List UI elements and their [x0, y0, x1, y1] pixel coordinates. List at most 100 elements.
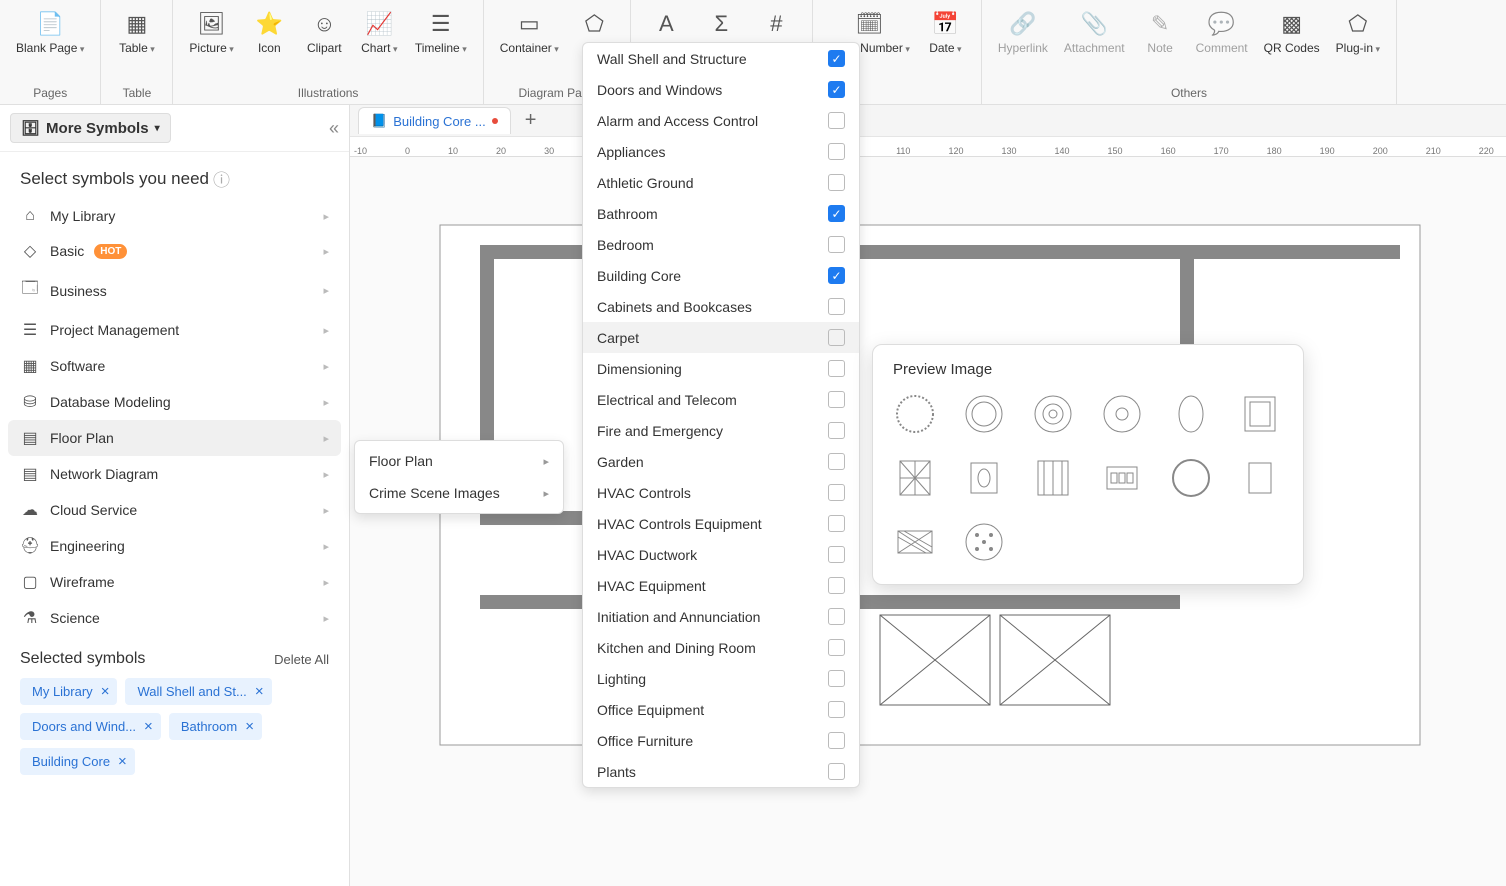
preview-shape-8[interactable]	[1031, 456, 1075, 500]
checkbox[interactable]	[828, 360, 845, 377]
symbol-option-garden[interactable]: Garden	[583, 446, 859, 477]
preview-shape-2[interactable]	[1031, 392, 1075, 436]
ribbon-hyperlink-button[interactable]: 🔗Hyperlink	[990, 3, 1056, 84]
preview-shape-6[interactable]	[893, 456, 937, 500]
preview-shape-3[interactable]	[1100, 392, 1144, 436]
symbol-option-hvac-equipment[interactable]: HVAC Equipment	[583, 570, 859, 601]
remove-tag-icon[interactable]: ×	[255, 683, 264, 700]
checkbox[interactable]	[828, 236, 845, 253]
ribbon-table-button[interactable]: ▦Table	[109, 3, 164, 84]
symbol-option-cabinets-and-bookcases[interactable]: Cabinets and Bookcases	[583, 291, 859, 322]
category-cloud-service[interactable]: ☁ Cloud Service ▸	[8, 492, 341, 528]
preview-shape-12[interactable]	[893, 520, 937, 564]
symbol-option-athletic-ground[interactable]: Athletic Ground	[583, 167, 859, 198]
checkbox[interactable]: ✓	[828, 267, 845, 284]
checkbox[interactable]	[828, 639, 845, 656]
symbol-option-dimensioning[interactable]: Dimensioning	[583, 353, 859, 384]
preview-shape-5[interactable]	[1238, 392, 1282, 436]
checkbox[interactable]	[828, 608, 845, 625]
remove-tag-icon[interactable]: ×	[118, 753, 127, 770]
symbol-option-alarm-and-access-control[interactable]: Alarm and Access Control	[583, 105, 859, 136]
checkbox[interactable]	[828, 670, 845, 687]
delete-all-button[interactable]: Delete All	[274, 652, 329, 667]
category-project-management[interactable]: ☰ Project Management ▸	[8, 312, 341, 348]
remove-tag-icon[interactable]: ×	[245, 718, 254, 735]
symbol-option-bathroom[interactable]: Bathroom ✓	[583, 198, 859, 229]
checkbox[interactable]	[828, 515, 845, 532]
symbol-option-fire-and-emergency[interactable]: Fire and Emergency	[583, 415, 859, 446]
checkbox[interactable]	[828, 577, 845, 594]
symbol-option-office-equipment[interactable]: Office Equipment	[583, 694, 859, 725]
tab-building-core[interactable]: 📘 Building Core ...	[358, 107, 511, 134]
checkbox[interactable]	[828, 453, 845, 470]
add-tab-button[interactable]: +	[519, 109, 543, 132]
ribbon-blank-page-button[interactable]: 📄Blank Page	[8, 3, 92, 84]
ribbon-note-button[interactable]: ✎Note	[1133, 3, 1188, 84]
category-science[interactable]: ⚗ Science ▸	[8, 600, 341, 636]
category-software[interactable]: ▦ Software ▸	[8, 348, 341, 384]
symbol-option-carpet[interactable]: Carpet	[583, 322, 859, 353]
checkbox[interactable]	[828, 329, 845, 346]
symbol-option-electrical-and-telecom[interactable]: Electrical and Telecom	[583, 384, 859, 415]
symbol-option-doors-and-windows[interactable]: Doors and Windows ✓	[583, 74, 859, 105]
checkbox[interactable]	[828, 391, 845, 408]
symbol-option-hvac-controls-equipment[interactable]: HVAC Controls Equipment	[583, 508, 859, 539]
remove-tag-icon[interactable]: ×	[101, 683, 110, 700]
preview-shape-1[interactable]	[962, 392, 1006, 436]
category-network-diagram[interactable]: ▤ Network Diagram ▸	[8, 456, 341, 492]
symbol-option-kitchen-and-dining-room[interactable]: Kitchen and Dining Room	[583, 632, 859, 663]
checkbox[interactable]	[828, 112, 845, 129]
category-database-modeling[interactable]: ⛁ Database Modeling ▸	[8, 384, 341, 420]
preview-shape-7[interactable]	[962, 456, 1006, 500]
ribbon-attachment-button[interactable]: 📎Attachment	[1056, 3, 1133, 84]
symbol-option-hvac-controls[interactable]: HVAC Controls	[583, 477, 859, 508]
ribbon-qr-codes-button[interactable]: ▩QR Codes	[1256, 3, 1328, 84]
symbol-option-bedroom[interactable]: Bedroom	[583, 229, 859, 260]
tag-bathroom[interactable]: Bathroom×	[169, 713, 262, 740]
ribbon-picture-button[interactable]: 🖼Picture	[181, 3, 241, 84]
checkbox[interactable]	[828, 422, 845, 439]
symbol-option-appliances[interactable]: Appliances	[583, 136, 859, 167]
remove-tag-icon[interactable]: ×	[144, 718, 153, 735]
tag-building-core[interactable]: Building Core×	[20, 748, 135, 775]
symbol-option-office-furniture[interactable]: Office Furniture	[583, 725, 859, 756]
symbol-option-lighting[interactable]: Lighting	[583, 663, 859, 694]
category-floor-plan[interactable]: ▤ Floor Plan ▸	[8, 420, 341, 456]
symbol-option-initiation-and-annunciation[interactable]: Initiation and Annunciation	[583, 601, 859, 632]
checkbox[interactable]	[828, 763, 845, 780]
ribbon-clipart-button[interactable]: ☺Clipart	[297, 3, 352, 84]
category-business[interactable]: 🗔 Business ▸	[8, 269, 341, 312]
ribbon-icon-button[interactable]: ⭐Icon	[242, 3, 297, 84]
symbol-option-wall-shell-and-structure[interactable]: Wall Shell and Structure ✓	[583, 43, 859, 74]
checkbox[interactable]	[828, 174, 845, 191]
checkbox[interactable]	[828, 143, 845, 160]
more-symbols-button[interactable]: 🗄 More Symbols ▾	[10, 113, 171, 143]
checkbox[interactable]: ✓	[828, 50, 845, 67]
category-wireframe[interactable]: ▢ Wireframe ▸	[8, 564, 341, 600]
checkbox[interactable]	[828, 298, 845, 315]
symbol-option-building-core[interactable]: Building Core ✓	[583, 260, 859, 291]
symbol-option-hvac-ductwork[interactable]: HVAC Ductwork	[583, 539, 859, 570]
checkbox[interactable]	[828, 701, 845, 718]
preview-shape-10[interactable]	[1169, 456, 1213, 500]
preview-shape-0[interactable]	[893, 392, 937, 436]
category-my-library[interactable]: ⌂ My Library ▸	[8, 199, 341, 233]
checkbox[interactable]: ✓	[828, 205, 845, 222]
symbol-option-plants[interactable]: Plants	[583, 756, 859, 787]
help-icon[interactable]: ⓘ	[213, 166, 230, 191]
preview-shape-11[interactable]	[1238, 456, 1282, 500]
preview-shape-9[interactable]	[1100, 456, 1144, 500]
preview-shape-13[interactable]	[962, 520, 1006, 564]
ribbon-chart-button[interactable]: 📈Chart	[352, 3, 407, 84]
ribbon-timeline-button[interactable]: ☰Timeline	[407, 3, 475, 84]
ribbon-date-button[interactable]: 📅Date	[918, 3, 973, 98]
checkbox[interactable]: ✓	[828, 81, 845, 98]
preview-shape-4[interactable]	[1169, 392, 1213, 436]
tag-wall-shell-and-st-[interactable]: Wall Shell and St...×	[125, 678, 271, 705]
tag-doors-and-wind-[interactable]: Doors and Wind...×	[20, 713, 161, 740]
ribbon-plug-in-button[interactable]: ⬠Plug-in	[1328, 3, 1388, 84]
submenu-crime-scene-images[interactable]: Crime Scene Images▸	[355, 477, 563, 509]
checkbox[interactable]	[828, 484, 845, 501]
category-engineering[interactable]: ⛑ Engineering ▸	[8, 528, 341, 564]
checkbox[interactable]	[828, 732, 845, 749]
